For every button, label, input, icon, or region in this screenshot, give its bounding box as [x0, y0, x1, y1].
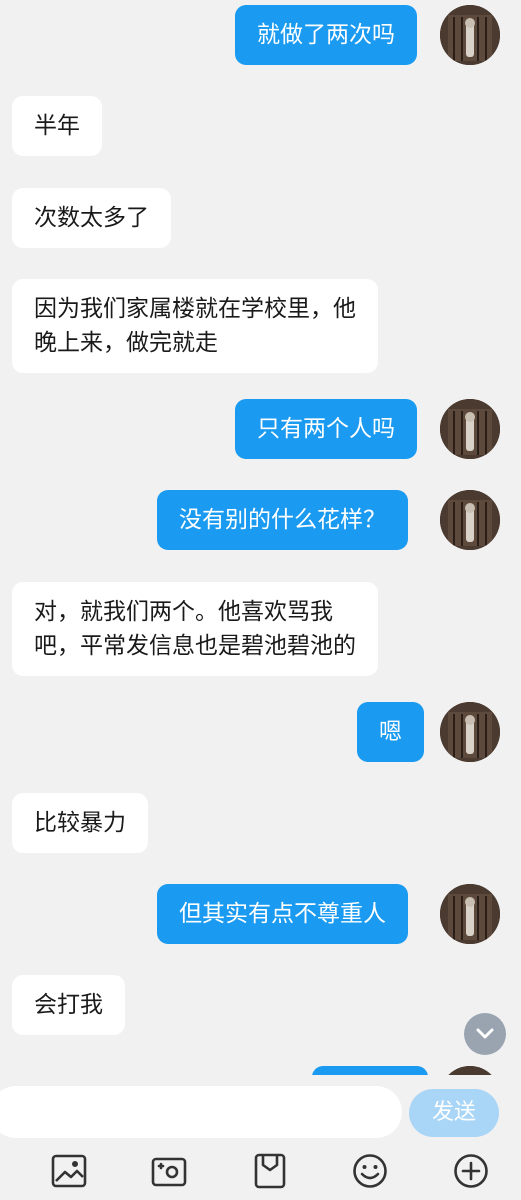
message-bubble-incoming[interactable]: 比较暴力: [12, 793, 148, 853]
avatar[interactable]: [440, 884, 500, 944]
camera-icon: [151, 1157, 187, 1187]
avatar[interactable]: [440, 5, 500, 65]
file-button[interactable]: [251, 1152, 289, 1190]
emoji-icon: [353, 1154, 387, 1188]
message-bubble-outgoing[interactable]: 嗯: [357, 702, 424, 762]
file-icon: [254, 1153, 286, 1189]
message-input[interactable]: [0, 1086, 402, 1138]
composer-bar: 发送: [0, 1075, 521, 1145]
camera-button[interactable]: [150, 1152, 188, 1190]
image-icon: [51, 1154, 87, 1188]
more-button[interactable]: [452, 1152, 490, 1190]
message-list[interactable]: 就做了两次吗 半年 次数太多了 因为我们家属楼就在学校里，他 晚上来，做完就走 …: [0, 0, 521, 1075]
message-bubble-outgoing[interactable]: 就做了两次吗: [235, 5, 417, 65]
send-button[interactable]: 发送: [409, 1089, 499, 1137]
message-bubble-incoming[interactable]: 会打我: [12, 975, 125, 1035]
message-bubble-outgoing[interactable]: 但其实有点不尊重人: [157, 884, 408, 944]
image-button[interactable]: [50, 1152, 88, 1190]
avatar[interactable]: [440, 490, 500, 550]
plus-icon: [454, 1154, 488, 1188]
message-bubble-incoming[interactable]: 次数太多了: [12, 188, 171, 248]
avatar[interactable]: [440, 1066, 500, 1075]
avatar[interactable]: [440, 399, 500, 459]
message-bubble-outgoing[interactable]: 只有两个人吗: [235, 399, 417, 459]
input-toolbar: [0, 1145, 521, 1200]
avatar[interactable]: [440, 702, 500, 762]
scroll-to-bottom-button[interactable]: [464, 1013, 506, 1055]
message-bubble-outgoing[interactable]: 没有别的什么花样？: [157, 490, 408, 550]
message-bubble-incoming[interactable]: 因为我们家属楼就在学校里，他 晚上来，做完就走: [12, 279, 378, 373]
message-bubble-incoming[interactable]: 半年: [12, 96, 102, 156]
message-bubble-incoming[interactable]: 对，就我们两个。他喜欢骂我 吧，平常发信息也是碧池碧池的: [12, 582, 378, 676]
emoji-button[interactable]: [351, 1152, 389, 1190]
chevron-down-icon: [476, 1028, 494, 1039]
message-bubble-outgoing[interactable]: [312, 1066, 428, 1075]
